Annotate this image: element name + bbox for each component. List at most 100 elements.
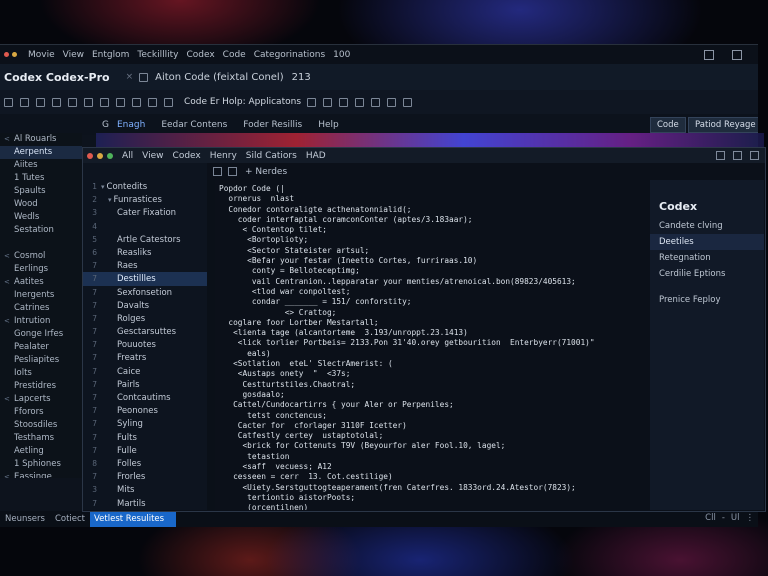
code-line[interactable]: <tlod war conpoltest; <box>219 287 649 297</box>
tree-item[interactable]: 3 Mits <box>83 483 207 496</box>
minimize-icon[interactable] <box>716 151 725 160</box>
code-line[interactable]: tertiontio aistorPoots; <box>219 493 649 503</box>
code-line[interactable]: <Bortoplioty; <box>219 235 649 245</box>
panel-icon[interactable] <box>339 97 349 107</box>
tree-item[interactable]: 7 Rolges <box>83 312 207 325</box>
status-item[interactable]: Neunsers <box>0 514 50 524</box>
sidebar-item[interactable]: Pesliapites <box>0 354 82 367</box>
tree-item[interactable]: 3 Cater Fixation <box>83 206 207 219</box>
tree-item[interactable]: 7 Fulle <box>83 444 207 457</box>
sidebar-item[interactable]: 1 Sphiones <box>0 458 82 471</box>
right-panel-item[interactable]: Candete clving <box>650 218 764 234</box>
tree-chevron-icon[interactable]: ▾ <box>101 183 105 191</box>
sidebar-item[interactable]: Catrines <box>0 302 82 315</box>
code-line[interactable]: <Sotlation eteL' SlectrAmerist: ( <box>219 359 649 369</box>
code-line[interactable]: ornerus nlast <box>219 194 649 204</box>
code-line[interactable]: Cestturtstiles.Chaotral; <box>219 380 649 390</box>
status-right-item[interactable]: Ul <box>731 513 740 523</box>
code-line[interactable]: tetastion <box>219 452 649 462</box>
sidebar-item[interactable]: 1 Tutes <box>0 172 82 185</box>
right-panel-item[interactable]: Cerdilie Eptions <box>650 266 764 282</box>
sidebar-item[interactable]: Aetling <box>0 445 82 458</box>
right-panel-item[interactable]: Deetiles <box>650 234 764 250</box>
sidebar-item[interactable]: Spaults <box>0 185 82 198</box>
code-line[interactable]: (orcentilnen) <box>219 503 649 510</box>
sidebar-item[interactable]: < Eassinge <box>0 471 82 478</box>
code-line[interactable]: Cattel/Cundocartirrs { your Aler or Perp… <box>219 400 649 410</box>
code-line[interactable]: <lick torlier Portbeis= 2133.Pon 31'40.o… <box>219 338 649 348</box>
tree-item[interactable]: 5 Artle Catestors <box>83 233 207 246</box>
tree-item[interactable]: 7 Davalts <box>83 299 207 312</box>
sidebar-item[interactable]: Eerlings <box>0 263 82 276</box>
tree-item[interactable]: 7 Martils <box>83 497 207 510</box>
forward-icon[interactable] <box>20 97 29 107</box>
edit-icon[interactable] <box>84 97 93 107</box>
tree-item[interactable]: 7 Freatrs <box>83 351 207 364</box>
debug-icon[interactable] <box>132 97 141 107</box>
code-line[interactable]: coglare foor Lortber Mestartall; <box>219 318 649 328</box>
extensions-icon[interactable] <box>403 97 413 107</box>
code-line[interactable]: <Uiety.Serstguttogteaperament(fren Cater… <box>219 483 649 493</box>
save-icon[interactable] <box>36 97 45 107</box>
code-line[interactable]: coder interfaptal coramconConter (aptes/… <box>219 215 649 225</box>
code-line[interactable]: Conedor contoraligte acthenatonnialid(; <box>219 205 649 215</box>
back-icon[interactable] <box>4 97 13 107</box>
layout-icon[interactable] <box>323 97 333 107</box>
search-icon[interactable] <box>371 97 381 107</box>
more-icon[interactable]: ⋮ <box>746 513 755 523</box>
code-line[interactable]: <> Crattog; <box>219 308 649 318</box>
maximize-icon[interactable] <box>732 50 742 60</box>
tree-item[interactable]: 7 Sexfonsetion <box>83 286 207 299</box>
sidebar-item[interactable]: < Al Rouarls <box>0 133 82 146</box>
menu-item[interactable]: Entglom <box>92 50 129 60</box>
cut-icon[interactable] <box>68 97 77 107</box>
sidebar-item[interactable]: Wood <box>0 198 82 211</box>
tab-folder-results[interactable]: Foder Resillis <box>235 120 310 130</box>
menu-item[interactable]: Teckilllity <box>137 50 178 60</box>
sidebar-item[interactable]: < Aatites <box>0 276 82 289</box>
copy-icon[interactable] <box>52 97 61 107</box>
pin-icon[interactable] <box>100 97 109 107</box>
menu-item[interactable]: Movie <box>28 50 55 60</box>
tree-scrollbar[interactable] <box>207 180 215 510</box>
tree-item[interactable]: 7 Gesctarsuttes <box>83 325 207 338</box>
tree-item[interactable]: 7 Caice <box>83 365 207 378</box>
sidebar-item[interactable]: Sestation <box>0 224 82 237</box>
code-line[interactable]: < Contentop tilet; <box>219 225 649 235</box>
tree-chevron-icon[interactable]: ▾ <box>108 196 112 204</box>
tree-item[interactable]: 4 <box>83 220 207 233</box>
close-icon[interactable] <box>750 151 759 160</box>
code-line[interactable]: vail Centranion..lepparatar your menties… <box>219 277 649 287</box>
tree-item[interactable]: 7 Fults <box>83 431 207 444</box>
tree-item[interactable]: 7 Peonones <box>83 404 207 417</box>
code-line[interactable]: eals) <box>219 349 649 359</box>
maximize-icon[interactable] <box>733 151 742 160</box>
sidebar-item[interactable]: < Lapcerts <box>0 393 82 406</box>
sidebar-item[interactable]: Inergents <box>0 289 82 302</box>
sidebar-item[interactable]: Aerpents <box>0 146 82 159</box>
sidebar-item[interactable]: < Intrution <box>0 315 82 328</box>
menu-item[interactable]: Categorinations <box>254 50 325 60</box>
image-icon[interactable] <box>148 97 157 107</box>
sidebar-item[interactable]: Stoosdiles <box>0 419 82 432</box>
sidebar-item[interactable]: < Cosmol <box>0 250 82 263</box>
sidebar-item[interactable]: Iolts <box>0 367 82 380</box>
minimize-icon[interactable] <box>704 50 714 60</box>
split-icon[interactable] <box>228 167 237 176</box>
right-panel-item[interactable]: Prenice Feploy <box>650 292 764 308</box>
sidebar-item[interactable]: Pealater <box>0 341 82 354</box>
sidebar-item[interactable]: Prestidres <box>0 380 82 393</box>
menu-item[interactable]: 100 <box>333 50 350 60</box>
tree-item[interactable]: 1 ▾ Contedits <box>83 180 207 193</box>
terminal-icon[interactable] <box>387 97 397 107</box>
maximize-dot-icon[interactable] <box>107 152 113 159</box>
sidebar-item[interactable] <box>0 237 82 250</box>
tree-item[interactable]: 7 Frorles <box>83 470 207 483</box>
menu-item[interactable]: All <box>122 151 133 161</box>
minimize-dot-icon[interactable] <box>97 152 103 159</box>
close-tab-icon[interactable]: × <box>126 72 134 82</box>
sidebar-item[interactable]: Gonge Irfes <box>0 328 82 341</box>
code-line[interactable]: Popdor Code (| <box>219 184 649 194</box>
menu-item[interactable]: Codex <box>173 151 201 161</box>
code-line[interactable]: <saff vecuess; A12 <box>219 462 649 472</box>
